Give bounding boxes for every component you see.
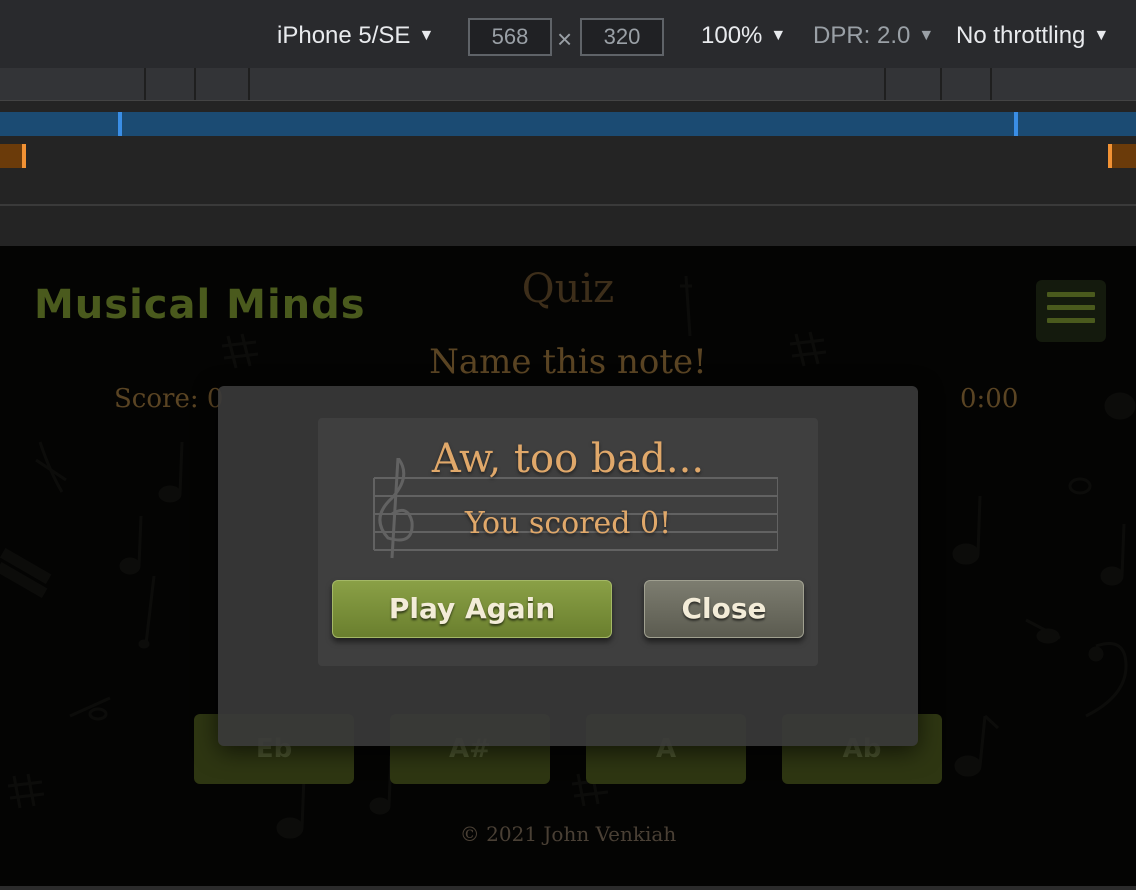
zoom-select[interactable]: 100% ▼: [701, 22, 786, 50]
close-button[interactable]: Close: [644, 580, 804, 638]
device-select[interactable]: iPhone 5/SE ▼: [277, 22, 434, 50]
emulated-viewport: Musical Minds Quiz Name this note! Score…: [0, 246, 1136, 886]
min-width-query-bar-right[interactable]: [1108, 144, 1136, 168]
chevron-down-icon: ▼: [418, 27, 435, 44]
page-title: Quiz: [521, 266, 615, 312]
dimension-times-icon: ×: [557, 24, 573, 54]
width-input[interactable]: 568: [468, 18, 552, 56]
chevron-down-icon: ▼: [1093, 27, 1110, 44]
devtools-panel: iPhone 5/SE ▼ 568 × 320 100% ▼ DPR: 2.0 ▼ N…: [0, 0, 1136, 246]
query-marker: [1014, 112, 1018, 136]
chevron-down-icon: ▼: [918, 27, 935, 44]
ruler-segment[interactable]: [884, 68, 886, 100]
menu-bar: [1047, 318, 1095, 323]
device-label: iPhone 5/SE: [277, 22, 411, 49]
timer-display: 0:00: [960, 384, 1019, 414]
query-marker: [118, 112, 122, 136]
result-dialog: Aw, too bad... You scored 0! Play Again …: [318, 418, 818, 666]
ruler-segment[interactable]: [248, 68, 250, 100]
hamburger-menu-button[interactable]: [1036, 280, 1106, 342]
query-marker: [22, 144, 26, 168]
throttle-select[interactable]: No throttling ▼: [956, 22, 1109, 50]
result-modal: Aw, too bad... You scored 0! Play Again …: [218, 386, 918, 746]
divider: [0, 204, 1136, 206]
score-display: Score: 0: [114, 384, 224, 414]
ruler-segment[interactable]: [940, 68, 942, 100]
footer-copyright: © 2021 John Venkiah: [459, 822, 677, 846]
dpr-select[interactable]: DPR: 2.0 ▼: [813, 22, 934, 50]
menu-bar: [1047, 292, 1095, 297]
play-again-button[interactable]: Play Again: [332, 580, 612, 638]
max-width-query-bar[interactable]: [0, 112, 1136, 136]
menu-bar: [1047, 305, 1095, 310]
ruler-segment[interactable]: [990, 68, 992, 100]
chevron-down-icon: ▼: [770, 27, 787, 44]
score-message: You scored 0!: [464, 506, 672, 541]
query-marker: [1108, 144, 1112, 168]
device-toolbar: iPhone 5/SE ▼ 568 × 320 100% ▼ DPR: 2.0 ▼ N…: [0, 0, 1136, 78]
quiz-prompt: Name this note!: [429, 342, 707, 382]
ruler-segment[interactable]: [194, 68, 196, 100]
zoom-label: 100%: [701, 22, 763, 49]
height-input[interactable]: 320: [580, 18, 664, 56]
modal-title: Aw, too bad...: [431, 436, 705, 482]
dpr-label: DPR: 2.0: [813, 22, 911, 49]
throttle-label: No throttling: [956, 22, 1086, 49]
media-query-bar[interactable]: [0, 68, 1136, 101]
ruler-segment[interactable]: [144, 68, 146, 100]
min-width-query-bar-left[interactable]: [0, 144, 26, 168]
